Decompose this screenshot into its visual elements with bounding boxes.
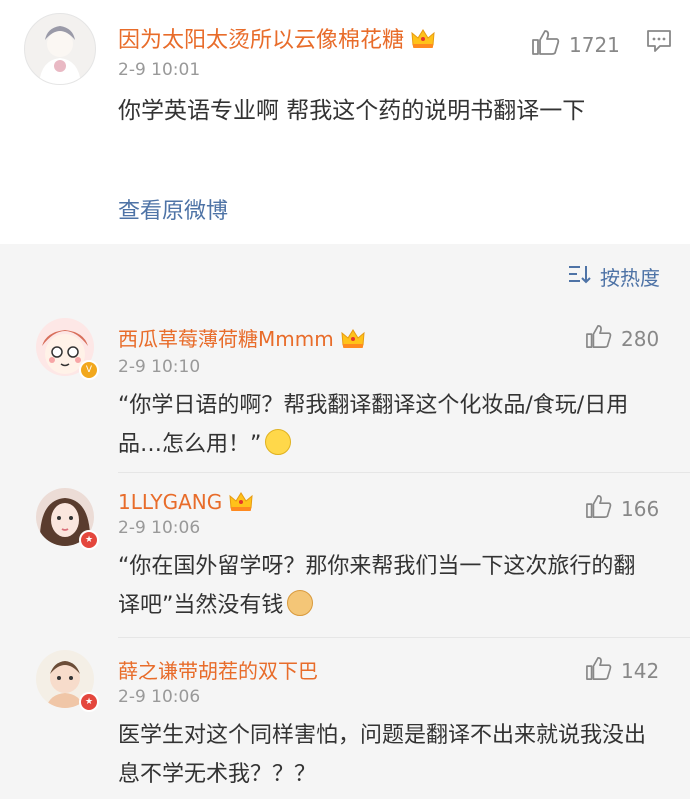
sort-by-heat-button[interactable]: 按热度 [568, 262, 660, 291]
post-avatar[interactable] [24, 13, 96, 85]
comment-like-button[interactable]: 280 [585, 323, 659, 354]
divider [118, 637, 690, 638]
comment-time: 2-9 10:06 [118, 687, 201, 707]
thumbs-up-icon [585, 655, 613, 686]
view-original-link[interactable]: 查看原微博 [118, 193, 228, 225]
smile-emoji-icon [265, 429, 292, 455]
main-post: 因为太阳太烫所以云像棉花糖 2-9 10:01 1721 你学英语专业啊 帮我这… [0, 0, 690, 244]
verified-badge-icon: ★ [79, 692, 99, 712]
thumbs-up-icon [531, 28, 561, 61]
vip-crown-icon [228, 490, 254, 517]
thumbs-up-icon [585, 493, 613, 524]
comment-text: “你在国外留学呀？那你来帮我们当一下这次旅行的翻译吧”当然没有钱 [118, 554, 636, 618]
verified-badge-icon: ★ [79, 530, 99, 550]
comment-like-button[interactable]: 142 [585, 655, 659, 686]
divider [118, 472, 690, 473]
post-like-button[interactable]: 1721 [531, 28, 620, 61]
verified-badge-icon: V [79, 360, 99, 380]
sort-label: 按热度 [600, 266, 660, 290]
comment-like-button[interactable]: 166 [585, 493, 659, 524]
comment-like-count: 142 [621, 658, 660, 683]
comment-like-count: 166 [621, 496, 660, 521]
thumbs-up-icon [585, 323, 613, 354]
post-text: 你学英语专业啊 帮我这个药的说明书翻译一下 [118, 98, 586, 124]
comment-username[interactable]: 1LLYGANG [118, 490, 254, 517]
comment-username[interactable]: 薛之谦带胡茬的双下巴 [118, 655, 318, 684]
comment-time: 2-9 10:06 [118, 518, 201, 538]
comment-username[interactable]: 西瓜草莓薄荷糖Mmmm [118, 323, 366, 354]
vip-crown-icon [340, 327, 366, 354]
comment-like-count: 280 [621, 326, 660, 351]
comment-icon[interactable] [646, 29, 672, 57]
comment-text: 医学生对这个同样害怕，问题是翻译不出来就说我没出息不学无术我？？？ [118, 723, 647, 787]
vip-crown-icon [410, 27, 436, 55]
sort-icon [568, 264, 592, 289]
post-time: 2-9 10:01 [118, 60, 201, 80]
post-like-count: 1721 [569, 32, 620, 57]
post-username[interactable]: 因为太阳太烫所以云像棉花糖 [118, 22, 436, 55]
comment-text: “你学日语的啊？帮我翻译翻译这个化妆品/食玩/日用品…怎么用！” [118, 393, 629, 457]
comment-time: 2-9 10:10 [118, 357, 201, 377]
doge-emoji-icon [287, 590, 314, 616]
